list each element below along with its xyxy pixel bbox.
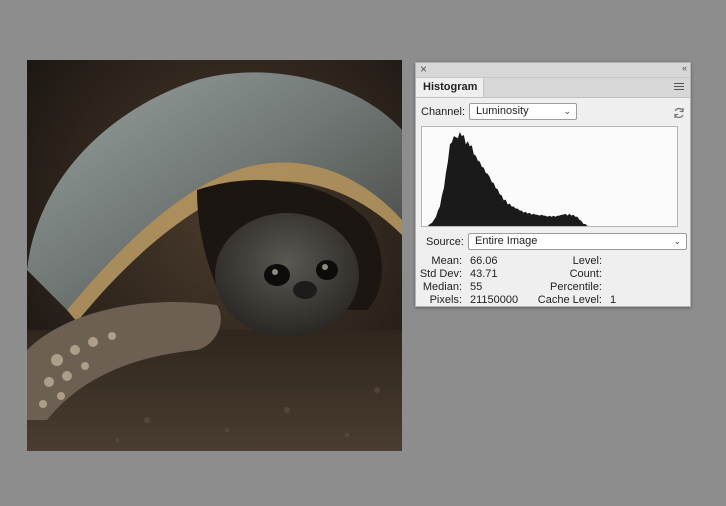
- channel-label: Channel:: [421, 106, 466, 118]
- photo-illustration: [27, 60, 402, 451]
- refresh-icon[interactable]: [673, 107, 685, 119]
- mean-value: 66.06: [470, 255, 498, 267]
- histogram-shape: [422, 132, 677, 226]
- pixels-label: Pixels:: [429, 294, 462, 306]
- panel-titlebar: × ‹‹: [416, 62, 690, 78]
- median-value: 55: [470, 281, 483, 293]
- mean-label: Mean:: [431, 255, 462, 267]
- median-label: Median:: [422, 281, 462, 293]
- histogram-plot: [422, 132, 677, 226]
- pixels-value: 21150000: [470, 294, 519, 306]
- panel-menu-icon[interactable]: [674, 83, 684, 92]
- panel-tab-row: Histogram: [416, 78, 690, 98]
- tab-histogram[interactable]: Histogram: [416, 78, 484, 97]
- cache-level-label: Cache Level:: [537, 294, 602, 306]
- source-label: Source:: [426, 236, 464, 248]
- source-select[interactable]: Entire Image ⌄: [468, 233, 687, 250]
- chevron-down-icon: ⌄: [563, 106, 571, 116]
- collapse-icon[interactable]: ‹‹: [682, 63, 687, 73]
- stddev-value: 43.71: [470, 268, 498, 280]
- source-value: Entire Image: [475, 235, 538, 247]
- channel-select[interactable]: Luminosity ⌄: [469, 103, 577, 120]
- percentile-label: Percentile:: [550, 281, 602, 293]
- close-icon[interactable]: ×: [420, 62, 427, 76]
- channel-value: Luminosity: [476, 105, 529, 117]
- histogram-graph: [421, 126, 678, 227]
- cache-level-value: 1: [610, 294, 617, 306]
- count-label: Count:: [569, 268, 602, 280]
- stddev-label: Std Dev:: [419, 268, 462, 280]
- level-label: Level:: [572, 255, 602, 267]
- histogram-panel: × ‹‹ Histogram Channel: Luminosity ⌄ Sou…: [415, 62, 691, 307]
- turtle-photo: [27, 60, 402, 451]
- chevron-down-icon: ⌄: [673, 236, 681, 246]
